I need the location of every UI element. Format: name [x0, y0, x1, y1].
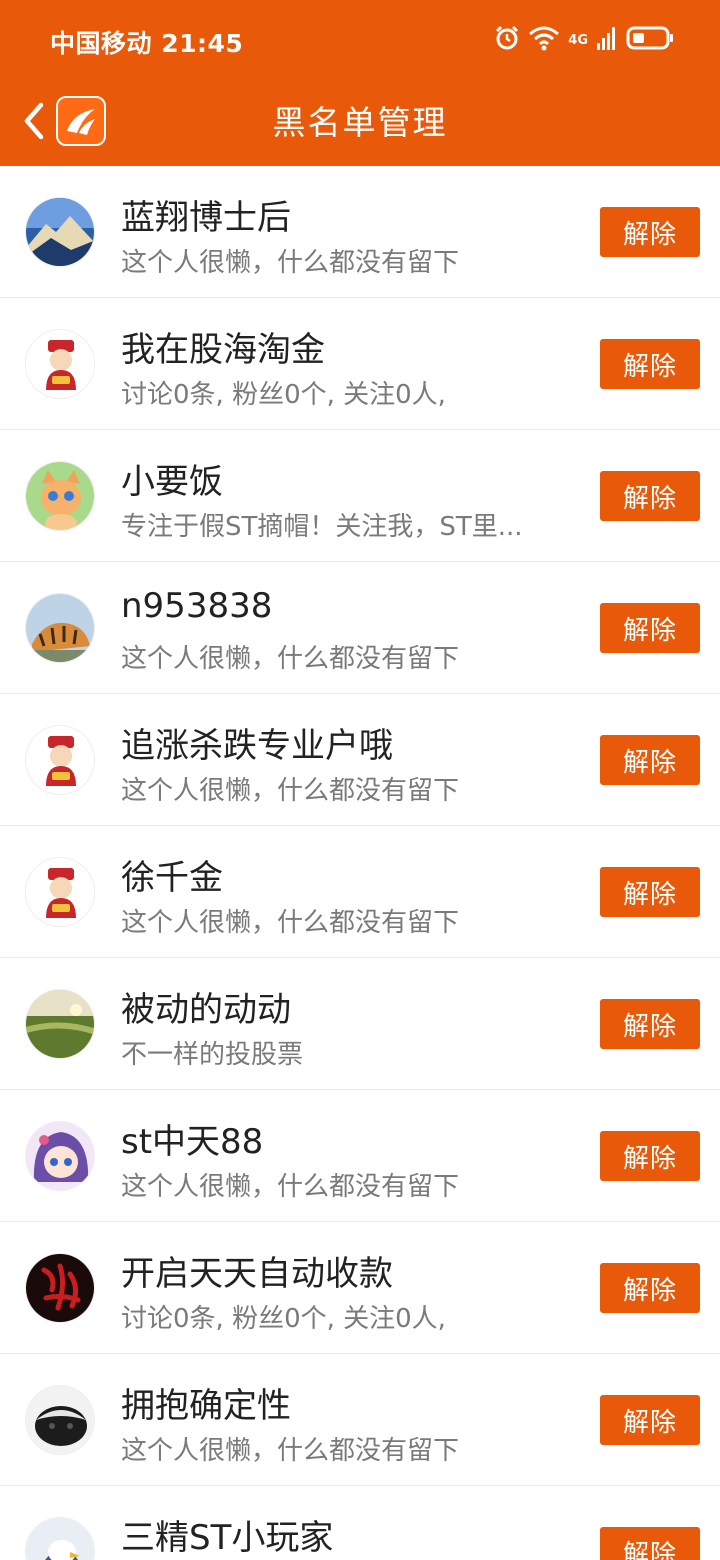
mountain-avatar[interactable] [25, 197, 95, 267]
list-item: 小要饭 专注于假ST摘帽！关注我，ST里... 解除 [0, 430, 720, 562]
list-item: 被动的动动 不一样的投股票 解除 [0, 958, 720, 1090]
user-description: 专注于假ST摘帽！关注我，ST里... [121, 512, 523, 542]
network-type-label: 4G [568, 32, 588, 48]
app-logo-icon [56, 96, 106, 146]
list-item: st中天88 这个人很懒，什么都没有留下 解除 [0, 1090, 720, 1222]
blacklist: 蓝翔博士后 这个人很懒，什么都没有留下 解除 我在股海淘金 讨论0条, 粉丝0个… [0, 166, 720, 1560]
user-description: 这个人很懒，什么都没有留下 [121, 1172, 460, 1202]
user-name: 三精ST小玩家 [121, 1518, 334, 1558]
user-description: 讨论0条, 粉丝0个, 关注0人, [121, 380, 446, 410]
user-name: 我在股海淘金 [121, 330, 325, 370]
status-bar: 中国移动 21:45 4G [0, 0, 720, 80]
unblock-button[interactable]: 解除 [600, 1263, 700, 1313]
unblock-button[interactable]: 解除 [600, 1395, 700, 1445]
carrier-label: 中国移动 [50, 29, 153, 58]
unblock-button[interactable]: 解除 [600, 867, 700, 917]
user-name: n953838 [121, 586, 273, 626]
user-description: 不一样的投股票 [121, 1040, 304, 1070]
field-avatar[interactable] [25, 989, 95, 1059]
kitten-avatar[interactable] [25, 461, 95, 531]
fortune-god-avatar[interactable] [25, 725, 95, 795]
list-item: 徐千金 这个人很懒，什么都没有留下 解除 [0, 826, 720, 958]
chevron-left-icon [19, 101, 49, 145]
tiger-avatar[interactable] [25, 593, 95, 663]
list-item: 开启天天自动收款 讨论0条, 粉丝0个, 关注0人, 解除 [0, 1222, 720, 1354]
eagle-avatar[interactable] [25, 1517, 95, 1560]
clock-label: 21:45 [161, 29, 244, 58]
user-description: 这个人很懒，什么都没有留下 [121, 908, 460, 938]
user-description: 讨论0条, 粉丝0个, 关注0人, [121, 1304, 446, 1334]
user-description: 这个人很懒，什么都没有留下 [121, 1436, 460, 1466]
unblock-button[interactable]: 解除 [600, 735, 700, 785]
unblock-button[interactable]: 解除 [600, 207, 700, 257]
user-name: 拥抱确定性 [121, 1386, 291, 1426]
user-description: 这个人很懒，什么都没有留下 [121, 644, 460, 674]
fortune-god-avatar[interactable] [25, 857, 95, 927]
battery-icon [626, 25, 674, 55]
status-carrier-time: 中国移动 21:45 [50, 24, 243, 60]
anime-girl-avatar[interactable] [25, 1121, 95, 1191]
user-name: 小要饭 [121, 462, 223, 502]
unblock-button[interactable]: 解除 [600, 1131, 700, 1181]
list-item: n953838 这个人很懒，什么都没有留下 解除 [0, 562, 720, 694]
alarm-icon [494, 25, 520, 55]
status-icons: 4G [494, 24, 674, 56]
red-calligraphy-avatar[interactable] [25, 1253, 95, 1323]
app-bar: 黑名单管理 [0, 80, 720, 166]
unblock-button[interactable]: 解除 [600, 603, 700, 653]
user-name: 开启天天自动收款 [121, 1254, 393, 1294]
list-item: 蓝翔博士后 这个人很懒，什么都没有留下 解除 [0, 166, 720, 298]
list-item: 追涨杀跌专业户哦 这个人很懒，什么都没有留下 解除 [0, 694, 720, 826]
list-item: 三精ST小玩家 解除 [0, 1486, 720, 1560]
fortune-god-avatar[interactable] [25, 329, 95, 399]
signal-icon [596, 25, 618, 55]
list-item: 我在股海淘金 讨论0条, 粉丝0个, 关注0人, 解除 [0, 298, 720, 430]
user-description: 这个人很懒，什么都没有留下 [121, 776, 460, 806]
user-name: 徐千金 [121, 858, 223, 898]
badger-avatar[interactable] [25, 1385, 95, 1455]
unblock-button[interactable]: 解除 [600, 471, 700, 521]
list-item: 拥抱确定性 这个人很懒，什么都没有留下 解除 [0, 1354, 720, 1486]
wifi-icon [528, 25, 560, 55]
user-description: 这个人很懒，什么都没有留下 [121, 248, 460, 278]
page-title: 黑名单管理 [272, 103, 448, 142]
back-button[interactable] [14, 98, 54, 148]
user-name: st中天88 [121, 1122, 264, 1162]
user-name: 蓝翔博士后 [121, 198, 291, 238]
unblock-button[interactable]: 解除 [600, 1527, 700, 1560]
user-name: 被动的动动 [121, 990, 291, 1030]
user-name: 追涨杀跌专业户哦 [121, 726, 393, 766]
unblock-button[interactable]: 解除 [600, 999, 700, 1049]
unblock-button[interactable]: 解除 [600, 339, 700, 389]
